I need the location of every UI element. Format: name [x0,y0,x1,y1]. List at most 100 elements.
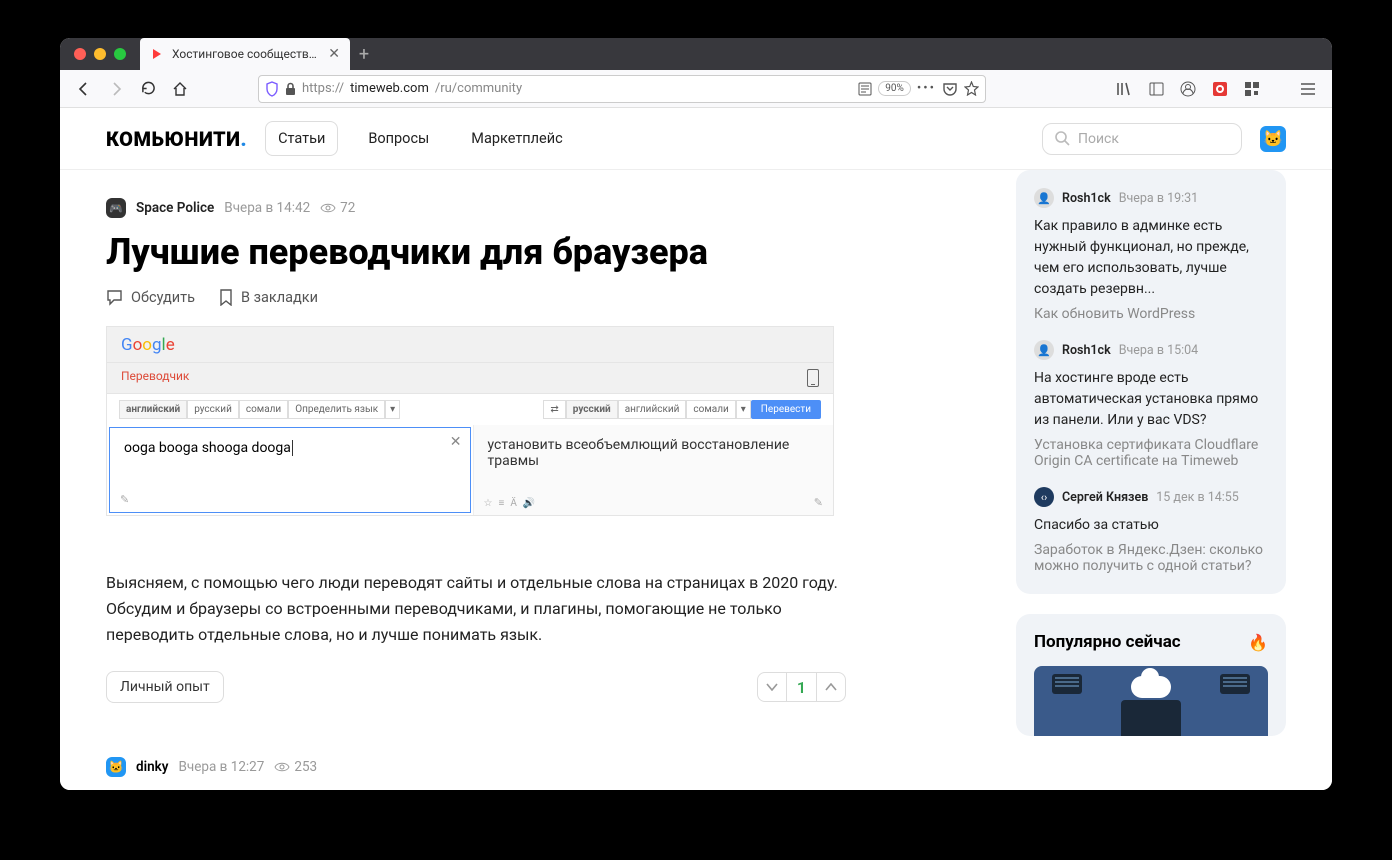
edit-icon: ✎ [814,496,823,509]
extension2-icon[interactable] [1238,75,1266,103]
clear-icon: ✕ [450,434,462,450]
popular-title: Популярно сейчас [1034,632,1181,652]
user-avatar[interactable]: 🐱 [1260,126,1286,152]
tab-title: Хостинговое сообщество «Tin [172,47,320,61]
article2-meta: 🐱 dinky Вчера в 12:27 253 [106,757,982,777]
article2-time: Вчера в 12:27 [178,759,264,775]
author2-name[interactable]: dinky [136,759,168,775]
pocket-icon[interactable] [942,82,958,96]
nav-articles[interactable]: Статьи [265,121,338,156]
url-host: timeweb.com [350,81,429,96]
comment-link[interactable]: Установка сертификата Cloudflare Origin … [1034,437,1268,469]
nav-marketplace[interactable]: Маркетплейс [459,122,574,155]
article-tag[interactable]: Личный опыт [106,671,224,703]
comment-item: 👤 Rosh1ck Вчера в 15:04 На хостинге вроде … [1034,340,1268,469]
dst-lang-en: английский [618,400,687,419]
comment-text: Как правило в админке есть нужный функци… [1034,216,1268,300]
article2-views: 253 [274,759,317,775]
author2-avatar[interactable]: 🐱 [106,757,126,777]
url-protocol: https:// [302,81,344,96]
author-name[interactable]: Space Police [136,200,214,216]
tab-strip: Хостинговое сообщество «Tin ✕ + [60,38,1332,70]
translate-btn: Перевести [751,400,821,419]
sidebar-icon[interactable] [1142,75,1170,103]
library-icon[interactable] [1110,75,1138,103]
popular-thumbnail[interactable] [1034,666,1268,736]
site-header: КОМЬЮНИТИ. Статьи Вопросы Маркетплейс По… [60,108,1332,170]
page-actions-icon[interactable]: ••• [917,81,936,96]
eye-icon [274,761,290,773]
reader-icon[interactable] [858,82,872,96]
commenter-avatar[interactable]: 👤 [1034,340,1054,360]
shield-icon [265,81,279,97]
close-tab-icon[interactable]: ✕ [328,46,340,62]
comment-item: ‹›Сергей Князев15 дек в 14:55 Спасибо за… [1034,487,1268,574]
article-lead: Выясняем, с помощью чего люди переводят … [106,570,846,647]
close-window-button[interactable] [74,48,86,60]
article-views: 72 [320,200,355,216]
maximize-window-button[interactable] [114,48,126,60]
browser-tab[interactable]: Хостинговое сообщество «Tin ✕ [140,38,350,70]
commenter-name[interactable]: Rosh1ck [1062,191,1111,206]
author-avatar[interactable]: 🎮 [106,198,126,218]
commenter-name[interactable]: Сергей Князев [1062,490,1148,505]
google-logo: Google [121,335,175,355]
fire-icon: 🔥 [1248,633,1268,652]
main-column: 🎮 Space Police Вчера в 14:42 72 Лучшие п… [106,170,982,790]
translate-tab: Переводчик [121,369,189,387]
extension-icon[interactable] [1206,75,1234,103]
menu-icon[interactable] [1294,75,1322,103]
vote-count: 1 [787,672,816,702]
comment-icon [106,289,123,306]
forward-button[interactable] [102,75,130,103]
article-actions: Обсудить В закладки [106,289,982,306]
upvote-button[interactable] [816,672,846,702]
src-lang-en: английский [119,400,187,419]
favicon-icon [150,47,164,61]
src-lang-so: сомали [239,400,288,419]
src-lang-ru: русский [187,400,239,419]
downvote-button[interactable] [757,672,787,702]
search-input[interactable]: Поиск [1042,123,1242,155]
discuss-button[interactable]: Обсудить [106,289,195,306]
src-dropdown-icon: ▾ [385,400,400,419]
browser-window: Хостинговое сообщество «Tin ✕ + https://… [60,38,1332,790]
site-logo[interactable]: КОМЬЮНИТИ. [106,127,247,151]
search-icon [1055,131,1070,146]
translate-output: установить всеобъемлющий восстановление … [473,425,834,515]
article-meta: 🎮 Space Police Вчера в 14:42 72 [106,198,982,218]
translate-screenshot: Google Переводчик английский русский сом… [106,326,834,516]
handwrite-icon: ✎ [120,493,129,506]
bookmark-button[interactable]: В закладки [219,289,318,306]
back-button[interactable] [70,75,98,103]
comment-time: Вчера в 19:31 [1119,191,1199,206]
reload-button[interactable] [134,75,162,103]
language-bar: английский русский сомали Определить язы… [107,394,833,425]
toolbar: https:// timeweb.com/ru/community 90% ••• [60,70,1332,108]
account-icon[interactable] [1174,75,1202,103]
dst-dropdown-icon: ▾ [736,400,751,419]
commenter-name[interactable]: Rosh1ck [1062,343,1111,358]
url-path: /ru/community [435,81,522,96]
bookmark-star-icon[interactable] [964,81,979,96]
address-bar[interactable]: https:// timeweb.com/ru/community 90% ••• [258,75,986,103]
commenter-avatar[interactable]: 👤 [1034,188,1054,208]
comment-link[interactable]: Заработок в Яндекс.Дзен: сколько можно п… [1034,542,1268,574]
minimize-window-button[interactable] [94,48,106,60]
new-tab-button[interactable]: + [350,40,378,68]
phone-icon [807,369,819,387]
nav-questions[interactable]: Вопросы [356,122,441,155]
comment-link[interactable]: Как обновить WordPress [1034,306,1268,322]
lock-icon [285,82,296,96]
home-button[interactable] [166,75,194,103]
dst-lang-so: сомали [686,400,735,419]
article-footer: Личный опыт 1 [106,671,846,703]
comment-text: На хостинге вроде есть автоматическая ус… [1034,368,1268,431]
comment-item: 👤 Rosh1ck Вчера в 19:31 Как правило в адми… [1034,188,1268,322]
eye-icon [320,202,336,214]
popular-card: Популярно сейчас 🔥 [1016,614,1286,736]
comment-time: Вчера в 15:04 [1119,343,1199,358]
src-lang-auto: Определить язык [288,400,385,419]
commenter-avatar[interactable]: ‹› [1034,487,1054,507]
zoom-badge[interactable]: 90% [878,81,911,96]
